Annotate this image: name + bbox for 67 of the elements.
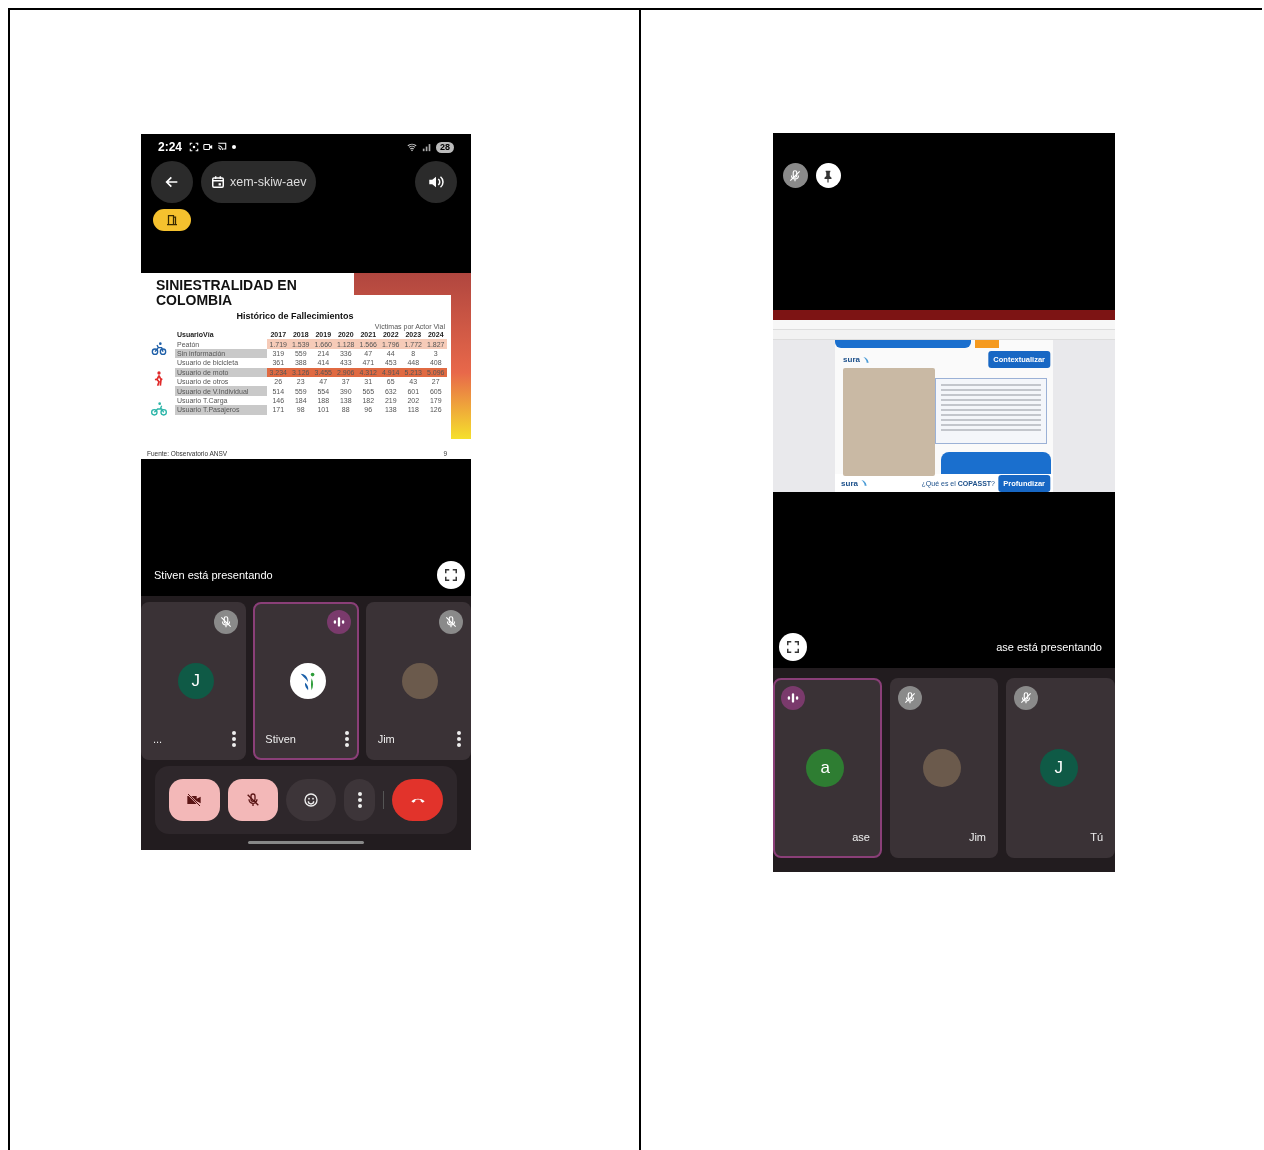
- more-options-button[interactable]: [455, 730, 463, 748]
- camera-toggle-button[interactable]: [169, 779, 220, 821]
- mic-off-icon: [219, 615, 234, 629]
- more-options-icon: [232, 731, 237, 747]
- cast-icon: [217, 142, 228, 152]
- more-options-button[interactable]: [342, 730, 351, 748]
- back-arrow-icon: [164, 174, 180, 190]
- avatar-initial: J: [177, 663, 214, 699]
- bicycle-icon: [149, 341, 169, 357]
- smiley-icon: [302, 792, 319, 808]
- screenshot-icon: [189, 142, 200, 152]
- participant-tile[interactable]: Jim: [365, 602, 471, 760]
- participant-tile[interactable]: J ...: [141, 602, 247, 760]
- video-camera-icon: [203, 142, 214, 152]
- photo-placeholder: [402, 663, 439, 699]
- pin-button[interactable]: [816, 163, 841, 188]
- motorcycle-icon: [149, 401, 169, 417]
- battery-level: 28: [436, 141, 454, 153]
- wifi-icon: [406, 142, 418, 152]
- more-options-button[interactable]: [343, 779, 376, 821]
- slide-title: SINIESTRALIDAD EN COLOMBIA: [156, 278, 298, 308]
- mic-toggle-button[interactable]: [227, 779, 279, 821]
- participant-name: ...: [153, 733, 163, 745]
- camera-off-icon: [186, 792, 203, 808]
- presenting-label: Stiven está presentando: [154, 569, 273, 581]
- fullscreen-icon: [444, 568, 458, 582]
- logo-text: sura: [843, 355, 860, 364]
- participant-name: Stiven: [265, 733, 296, 745]
- more-options-icon: [344, 731, 349, 747]
- status-time: 2:24: [158, 140, 183, 154]
- more-options-button[interactable]: [230, 730, 239, 748]
- mic-off-icon: [444, 615, 458, 629]
- calendar-icon: [211, 175, 225, 189]
- reaction-button[interactable]: [286, 779, 336, 821]
- participant-tile[interactable]: Stiven: [253, 602, 359, 760]
- participant-tile[interactable]: J Tú: [1006, 678, 1115, 858]
- participant-tile[interactable]: a ase: [773, 678, 882, 858]
- back-button[interactable]: [151, 161, 193, 203]
- mic-off-icon: [788, 168, 803, 183]
- door-icon: [166, 214, 178, 226]
- participant-tile[interactable]: Jim: [889, 678, 999, 858]
- logo-text: sura: [841, 478, 858, 488]
- slide-subtitle: Histórico de Fallecimientos: [235, 311, 355, 321]
- end-call-button[interactable]: [392, 779, 443, 821]
- meeting-code-button[interactable]: xem-skiw-aev: [201, 161, 317, 203]
- presenting-label: ase está presentando: [996, 641, 1102, 653]
- fullscreen-button[interactable]: [779, 633, 807, 661]
- participant-name: Tú: [1090, 831, 1103, 843]
- avatar-initial: a: [806, 749, 845, 787]
- mic-off-icon: [902, 691, 917, 705]
- avatar-initial: J: [1039, 749, 1078, 787]
- more-options-icon: [457, 731, 461, 747]
- speaker-button[interactable]: [415, 161, 457, 203]
- signal-icon: [422, 142, 432, 152]
- photo-placeholder: [923, 749, 961, 787]
- speaking-icon: [786, 691, 800, 705]
- fullscreen-icon: [786, 640, 800, 654]
- speaking-icon: [331, 615, 346, 629]
- mute-button[interactable]: [783, 163, 808, 188]
- fullscreen-button[interactable]: [437, 561, 465, 589]
- participant-name: ase: [851, 831, 870, 843]
- participant-name: Jim: [969, 831, 987, 843]
- more-options-icon: [357, 792, 362, 808]
- participant-name: Jim: [377, 733, 395, 745]
- mic-off-icon: [1019, 691, 1034, 705]
- dot-icon: [231, 144, 238, 150]
- door-button[interactable]: [153, 209, 191, 231]
